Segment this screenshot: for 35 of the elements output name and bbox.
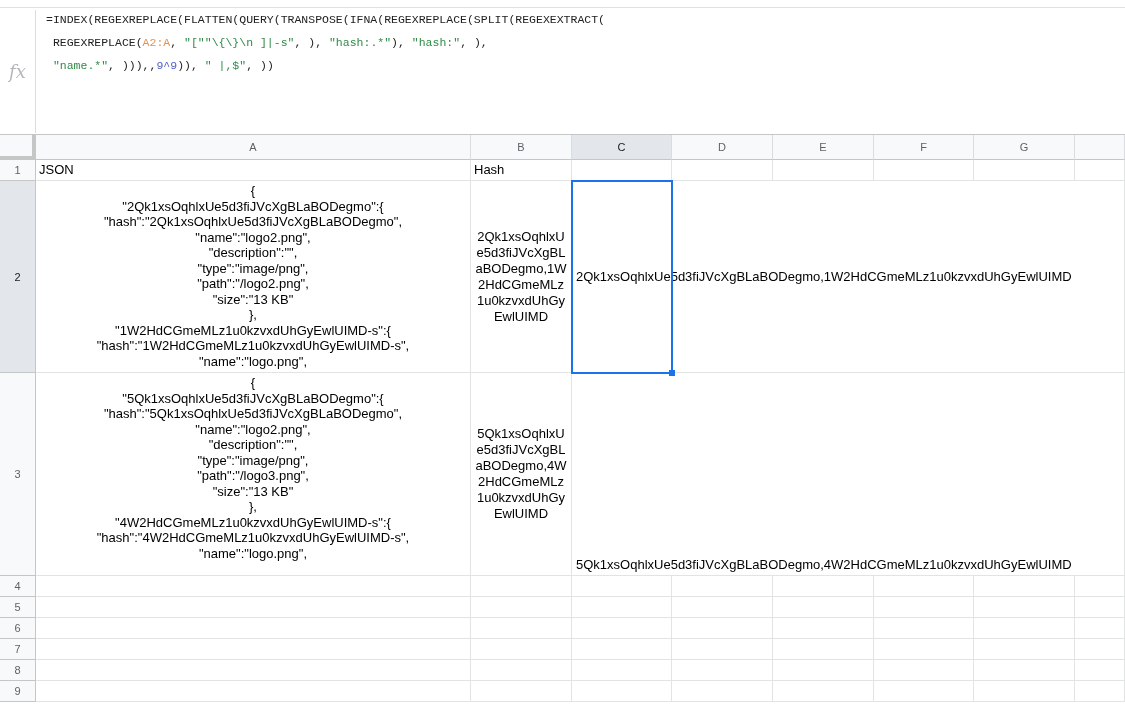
empty-cell — [1075, 576, 1125, 597]
formula-input[interactable]: =INDEX(REGEXREPLACE(FLATTEN(QUERY(TRANSPOSE(IFNA(REGEXREPLACE(SPLIT(REGEXEXTRACT( REGEXREPLACE(A2:A, "[""\{\}\n ]|-s", ), "hash:.*"), "hash:", ), "name.*", ))),,9^9)), " |,$", )) — [36, 8, 1125, 134]
fill-handle[interactable] — [669, 370, 675, 376]
row-header[interactable]: 9 — [0, 681, 36, 702]
row-header[interactable]: 8 — [0, 660, 36, 681]
empty-cell — [1075, 639, 1125, 660]
empty-cell — [1075, 660, 1125, 681]
row-header[interactable]: 2 — [0, 181, 36, 373]
table-cell: 5Qk1xsOqhlxUe5d3fiJVcXgBLaBODegmo,4W2HdCGmeMLz1u0kzvxdUhGyEwlUIMD — [572, 373, 1125, 576]
column-header[interactable]: A — [36, 135, 471, 160]
table-cell: 5Qk1xsOqhlxUe5d3fiJVcXgBLaBODegmo,4W2HdCGmeMLz1u0kzvxdUhGyEwlUIMD — [471, 373, 572, 576]
empty-cell — [1075, 618, 1125, 639]
table-cell: { "5Qk1xsOqhlxUe5d3fiJVcXgBLaBODegmo":{ "hash":"5Qk1xsOqhlxUe5d3fiJVcXgBLaBODegmo", "name":"logo2.png", "description":"", "type":"image/png", "path":"/logo3.png", "size":"13 KB" }, "4W2HdCGmeMLz1u0kzvxdUhGyEwlUIMD-s":{ "hash":"4W2HdCGmeMLz1u0kzvxdUhGyEwlUIMD-s", "name":"logo.png", — [36, 373, 471, 576]
table-cell: { "2Qk1xsOqhlxUe5d3fiJVcXgBLaBODegmo":{ "hash":"2Qk1xsOqhlxUe5d3fiJVcXgBLaBODegmo", "name":"logo2.png", "description":"", "type":"image/png", "path":"/logo2.png", "size":"13 KB" }, "1W2HdCGmeMLz1u0kzvxdUhGyEwlUIMD-s":{ "hash":"1W2HdCGmeMLz1u0kzvxdUhGyEwlUIMD-s", "name":"logo.png", — [36, 181, 471, 373]
select-all-corner[interactable] — [0, 135, 36, 160]
column-header[interactable]: B — [471, 135, 572, 160]
column-header[interactable]: D — [672, 135, 773, 160]
function-label: fx — [9, 60, 26, 83]
table-cell: 2Qk1xsOqhlxUe5d3fiJVcXgBLaBODegmo,1W2HdCGmeMLz1u0kzvxdUhGyEwlUIMD — [471, 181, 572, 373]
column-header[interactable]: C — [572, 135, 672, 160]
table-cell: JSON — [36, 160, 471, 181]
empty-cell — [1075, 681, 1125, 702]
row-header[interactable]: 4 — [0, 576, 36, 597]
table-cell: Hash — [471, 160, 572, 181]
column-header[interactable]: F — [874, 135, 974, 160]
column-header[interactable] — [1075, 135, 1125, 160]
empty-cell — [1075, 597, 1125, 618]
row-header[interactable]: 6 — [0, 618, 36, 639]
row-header[interactable]: 7 — [0, 639, 36, 660]
row-header[interactable]: 1 — [0, 160, 36, 181]
row-header[interactable]: 3 — [0, 373, 36, 576]
empty-cell — [1075, 160, 1125, 181]
row-header[interactable]: 5 — [0, 597, 36, 618]
column-header[interactable]: E — [773, 135, 874, 160]
column-header[interactable]: G — [974, 135, 1075, 160]
